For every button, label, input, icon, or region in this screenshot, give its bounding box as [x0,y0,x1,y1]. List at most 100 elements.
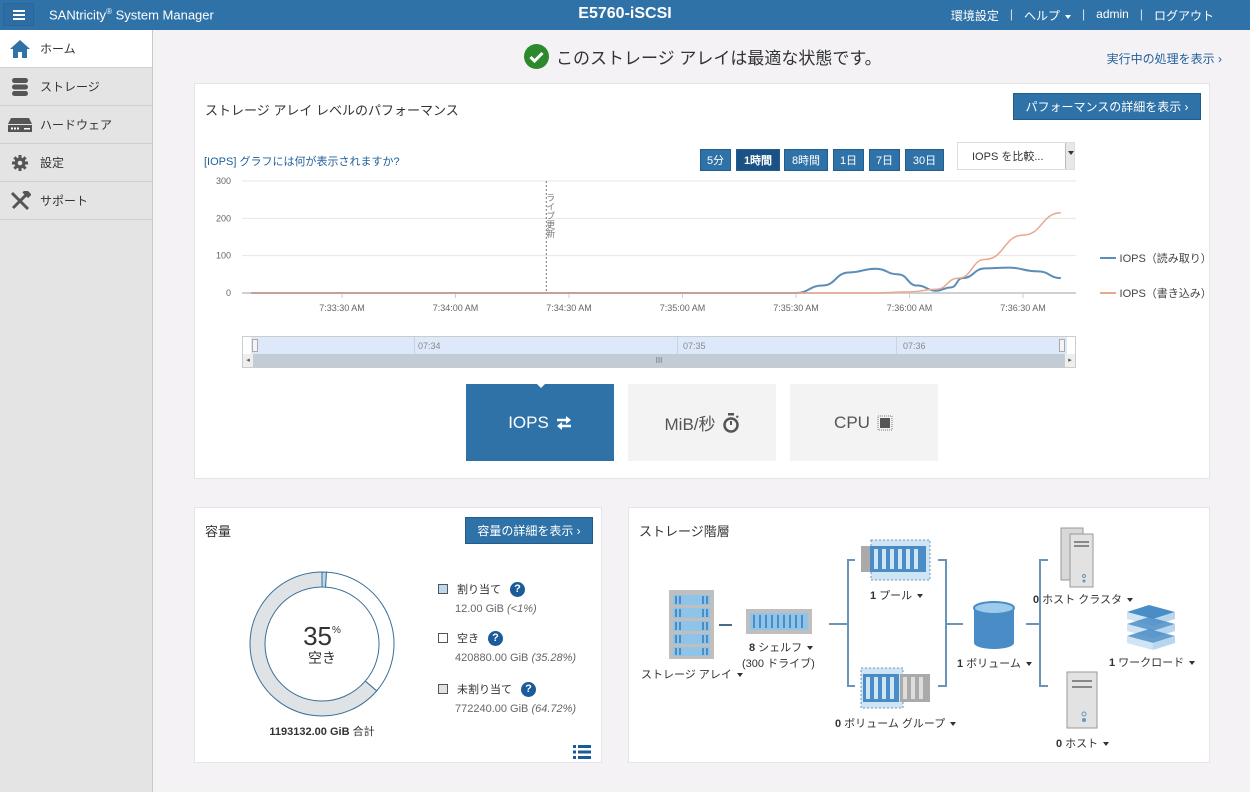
range-5min-button[interactable]: 5分 [700,149,731,171]
navigator-handle-left[interactable] [252,339,258,352]
view-capacity-details-button[interactable]: 容量の詳細を表示 › [465,517,593,544]
legend-read: IOPS（読み取り） [1100,250,1212,266]
hamburger-menu-button[interactable] [3,3,34,26]
metric-label: IOPS [508,412,549,432]
hardware-icon [0,117,40,133]
workloads-menu[interactable]: 1 ワークロード [1109,654,1196,670]
app-title: SANtricity® System Manager [49,7,214,22]
view-running-operations-link[interactable]: 実行中の処理を表示 › [1107,50,1222,67]
capacity-panel: 容量 容量の詳細を表示 › 35% 空き 1193132.00 GiB 合計 割… [194,507,602,763]
top-bar: SANtricity® System Manager E5760-iSCSI 環… [0,0,1250,30]
percent-sign: % [332,625,341,636]
sidebar-item-home[interactable]: ホーム [0,30,152,68]
host-icon[interactable] [1066,671,1098,729]
hosts-menu[interactable]: 0 ホスト [1056,735,1110,751]
pools-menu[interactable]: 1 プール [870,587,924,603]
x-tick-label: 7:34:00 AM [433,303,479,313]
sidebar-item-hardware[interactable]: ハードウェア [0,106,152,144]
host-cluster-icon[interactable] [1060,527,1094,588]
storage-hierarchy-panel: ストレージ階層 ストレージ アレイ 8 シェルフ (300 ドライブ) 1 プー… [628,507,1210,763]
caret-down-icon [1025,662,1032,667]
sidebar-item-storage[interactable]: ストレージ [0,68,152,106]
metric-label: MiB/秒 [664,415,716,434]
x-tick-label: 7:36:00 AM [887,303,933,313]
main-content: このストレージ アレイは最適な状態です。 実行中の処理を表示 › ストレージ ア… [154,30,1250,792]
navigator-divider [414,337,415,354]
array-status: このストレージ アレイは最適な状態です。 [524,44,882,69]
metric-tab-iops[interactable]: IOPS [466,383,614,461]
caret-down-icon [736,673,743,678]
drives-count: (300 ドライブ) [742,658,815,670]
scroll-right-button[interactable]: ▸ [1064,354,1075,367]
metric-label: CPU [834,412,870,432]
volume-icon[interactable] [973,601,1015,649]
host-clusters-menu[interactable]: 0 ホスト クラスタ [1033,591,1134,607]
performance-panel: ストレージ アレイ レベルのパフォーマンス パフォーマンスの詳細を表示 › [I… [194,83,1212,479]
label-text: ストレージ アレイ [641,669,732,681]
shelf-icon[interactable] [746,609,812,634]
free-swatch [438,633,448,643]
legend-allocated: 割り当て? 12.00 GiB (<1%) [438,581,537,615]
stopwatch-icon [722,412,740,433]
caret-down-icon [807,646,814,651]
caret-down-icon [1065,14,1072,19]
pct-text: (64.72%) [531,703,577,715]
metric-tab-mibps[interactable]: MiB/秒 [628,384,776,461]
sidebar-item-support[interactable]: サポート [0,182,152,220]
user-name[interactable]: admin [1096,7,1129,24]
legend-write: IOPS（書き込み） [1100,285,1212,301]
navigator-handle-right[interactable] [1059,339,1065,352]
navigator-divider [677,337,678,354]
scrollbar-thumb[interactable]: III [254,354,1064,367]
volume-groups-menu[interactable]: 0 ボリューム グループ [835,715,957,731]
help-question-icon[interactable]: ? [488,630,503,646]
compare-iops-select[interactable]: IOPS を比較... [957,142,1075,170]
view-performance-details-button[interactable]: パフォーマンスの詳細を表示 › [1013,93,1201,120]
label-text: ボリューム [963,658,1021,670]
free-value: 420880.00 GiB (35.28%) [455,652,576,664]
storage-array-menu[interactable]: ストレージ アレイ [641,666,743,682]
caret-down-icon [1103,742,1110,747]
divider: | [1082,7,1086,21]
help-question-icon[interactable]: ? [521,681,536,697]
preferences-link[interactable]: 環境設定 [951,7,999,24]
top-nav: 環境設定 | ヘルプ | admin | ログアウト [951,7,1214,24]
sidebar-item-settings[interactable]: 設定 [0,144,152,182]
pool-icon[interactable] [861,539,931,581]
caret-down-icon [950,722,957,727]
list-view-icon[interactable] [573,745,591,764]
scroll-left-button[interactable]: ◂ [243,354,254,367]
storage-array-icon[interactable] [669,590,714,659]
label-text: ワークロード [1115,657,1185,669]
logout-link[interactable]: ログアウト [1154,7,1214,24]
divider: | [1009,7,1014,21]
sidebar-item-label: 設定 [40,156,65,170]
range-1hour-button[interactable]: 1時間 [736,149,780,171]
range-30day-button[interactable]: 30日 [905,149,944,171]
capacity-title: 容量 [205,524,232,539]
sidebar-item-label: ハードウェア [40,118,113,132]
volumes-menu[interactable]: 1 ボリューム [957,655,1032,671]
help-label: ヘルプ [1024,9,1061,23]
time-navigator[interactable]: 07:34 07:35 07:36 ◂ III ▸ [242,336,1076,368]
help-menu[interactable]: ヘルプ [1024,7,1072,24]
free-caption: 空き [308,650,336,666]
help-question-icon[interactable]: ? [510,581,525,597]
value-text: 420880.00 GiB [455,652,532,664]
capacity-total: 1193132.00 GiB 合計 [247,723,397,739]
caret-down-icon [917,594,924,599]
range-7day-button[interactable]: 7日 [869,149,900,171]
iops-graph-help-link[interactable]: [IOPS] グラフには何が表示されますか? [204,153,400,169]
range-1day-button[interactable]: 1日 [833,149,864,171]
workload-icon[interactable] [1127,605,1175,650]
metric-tab-cpu[interactable]: CPU [790,384,938,461]
navigator-scrollbar[interactable]: ◂ III ▸ [243,354,1075,367]
shelves-menu[interactable]: 8 シェルフ [749,639,814,655]
range-8hour-button[interactable]: 8時間 [784,149,828,171]
x-tick-label: 7:34:30 AM [546,303,592,313]
swap-arrows-icon [556,415,572,431]
unassigned-value: 772240.00 GiB (64.72%) [455,703,576,715]
total-value: 1193132.00 GiB [269,726,350,738]
navigator-selected-range[interactable] [251,337,1067,354]
volume-group-icon[interactable] [860,667,930,709]
